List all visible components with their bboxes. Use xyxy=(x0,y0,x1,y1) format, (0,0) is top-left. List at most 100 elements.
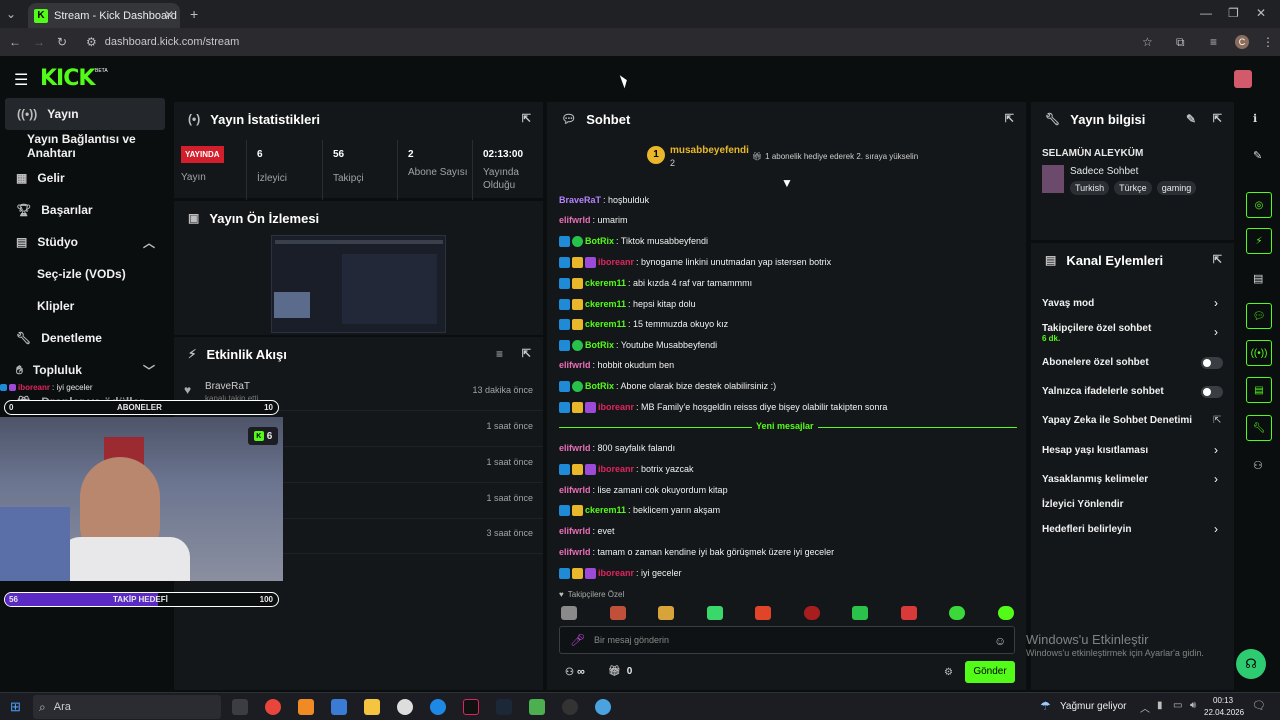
chat-username[interactable]: iboreanr xyxy=(598,257,634,267)
sidebar-item-stream-key[interactable]: Yayın Bağlantısı ve Anahtarı xyxy=(0,130,172,162)
help-chat-button[interactable]: ☊ xyxy=(1236,649,1266,679)
menu-icon[interactable]: ⋮ xyxy=(1262,35,1274,49)
settings-gear-icon[interactable]: ⚙ xyxy=(944,667,953,678)
explorer-icon[interactable] xyxy=(364,699,380,715)
edge-icon[interactable] xyxy=(430,699,446,715)
gift-counter[interactable]: 🎁︎ 0 xyxy=(608,666,632,677)
task-view-icon[interactable] xyxy=(232,699,248,715)
action-set-goals[interactable]: Hedefleri belirleyin xyxy=(1042,524,1131,535)
app-icon[interactable] xyxy=(529,699,545,715)
edit-pencil-icon[interactable]: ✎ xyxy=(1253,149,1262,162)
sidebar-item-klipler[interactable]: Klipler xyxy=(0,290,172,322)
tab-list-icon[interactable]: ⌄ xyxy=(6,7,16,21)
close-tab-icon[interactable]: ✕ xyxy=(164,8,174,22)
chat-input[interactable]: 🎤︎ Bir mesaj gönderin ☺ xyxy=(559,626,1015,654)
profile-avatar[interactable]: C xyxy=(1235,35,1249,49)
popout-icon[interactable]: ⇱ xyxy=(1005,112,1014,125)
chat-username[interactable]: elifwrld xyxy=(559,485,591,495)
send-button[interactable]: Gönder xyxy=(965,661,1015,683)
action-slow-mode[interactable]: Yavaş mod xyxy=(1042,298,1094,309)
forward-icon[interactable]: → xyxy=(33,35,45,49)
edit-pencil-icon[interactable]: ✎ xyxy=(1186,112,1196,126)
chat-username[interactable]: ckerem11 xyxy=(585,319,626,329)
emote-icon[interactable] xyxy=(755,606,771,620)
new-tab-icon[interactable]: + xyxy=(190,6,198,22)
vlc-icon[interactable] xyxy=(298,699,314,715)
stream-category[interactable]: Sadece Sohbet xyxy=(1070,166,1138,177)
sidebar-item-studyo[interactable]: ▤ Stüdyo ︿ xyxy=(0,226,172,258)
chat-username[interactable]: elifwrld xyxy=(559,526,591,536)
address-bar[interactable]: ⚙ dashboard.kick.com/stream xyxy=(80,33,1170,51)
chat-username[interactable]: ckerem11 xyxy=(585,278,626,288)
chat-username[interactable]: elifwrld xyxy=(559,360,591,370)
rail-activity-button[interactable]: ⚡︎ xyxy=(1246,228,1272,254)
chat-username[interactable]: BotRix xyxy=(585,236,614,246)
emote-icon[interactable] xyxy=(561,606,577,620)
sidebar-item-vods[interactable]: Seç-izle (VODs) xyxy=(0,258,172,290)
popout-icon[interactable]: ⇱ xyxy=(1213,253,1222,266)
emotes-only-toggle[interactable] xyxy=(1201,386,1223,398)
reload-icon[interactable]: ↻ xyxy=(57,35,67,49)
stream-preview-thumbnail[interactable] xyxy=(271,235,446,333)
extensions-icon[interactable]: ⧉ xyxy=(1176,35,1185,50)
chat-username[interactable]: iboreanr xyxy=(598,568,634,578)
popout-icon[interactable]: ⇱ xyxy=(1213,112,1222,125)
chat-username[interactable]: elifwrld xyxy=(559,443,591,453)
app-icon[interactable] xyxy=(595,699,611,715)
hamburger-icon[interactable]: ☰ xyxy=(14,70,28,90)
chat-username[interactable]: BraveRaT xyxy=(559,195,601,205)
chat-username[interactable]: elifwrld xyxy=(559,215,591,225)
store-icon[interactable] xyxy=(331,699,347,715)
sidebar-item-yayin[interactable]: ((•)) Yayın xyxy=(5,98,165,130)
rail-stats-button[interactable]: ((•)) xyxy=(1246,340,1272,366)
chat-username[interactable]: BotRix xyxy=(585,381,614,391)
chevron-right-icon[interactable]: › xyxy=(1214,522,1218,536)
clock-time[interactable]: 00:13 xyxy=(1213,696,1233,705)
chrome-icon[interactable] xyxy=(265,699,281,715)
popout-icon[interactable]: ⇱ xyxy=(522,112,531,125)
collapse-icon[interactable]: ▼ xyxy=(781,176,793,190)
media-icon[interactable]: ≡ xyxy=(1210,35,1217,49)
weather-text[interactable]: Yağmur geliyor xyxy=(1060,701,1127,712)
rail-moderation-button[interactable]: 🔧︎ xyxy=(1246,415,1272,441)
popout-icon[interactable]: ⇱ xyxy=(522,347,531,360)
event-user[interactable]: BraveRaT xyxy=(205,381,250,392)
rail-actions-button[interactable]: ▤ xyxy=(1246,377,1272,403)
emote-icon[interactable] xyxy=(707,606,723,620)
volume-icon[interactable]: 🔊︎ xyxy=(1190,700,1196,711)
window-close-icon[interactable]: ✕ xyxy=(1256,6,1266,20)
taskbar-search[interactable]: ⌕ Ara xyxy=(33,695,221,719)
emote-icon[interactable] xyxy=(901,606,917,620)
emote-icon[interactable] xyxy=(852,606,868,620)
chat-username[interactable]: ckerem11 xyxy=(585,505,626,515)
external-link-icon[interactable]: ⇱ xyxy=(1213,415,1221,426)
sidebar-item-gelir[interactable]: ▦ Gelir xyxy=(0,162,172,194)
emote-icon[interactable] xyxy=(949,606,965,620)
action-ai-moderation[interactable]: Yapay Zeka ile Sohbet Denetimi xyxy=(1042,415,1192,426)
minimize-icon[interactable]: — xyxy=(1200,6,1212,20)
chevron-right-icon[interactable]: › xyxy=(1214,472,1218,486)
rail-stream-info-button[interactable]: ◎ xyxy=(1246,192,1272,218)
notes-icon[interactable]: ▤ xyxy=(1253,272,1263,285)
windows-start-icon[interactable]: ⊞ xyxy=(10,699,21,715)
action-redirect-viewers[interactable]: İzleyici Yönlendir xyxy=(1042,499,1124,510)
network-icon[interactable]: ▭ xyxy=(1173,700,1182,711)
subs-only-toggle[interactable] xyxy=(1201,357,1223,369)
emote-icon[interactable] xyxy=(658,606,674,620)
action-account-age[interactable]: Hesap yaşı kısıtlaması xyxy=(1042,445,1148,456)
notifications-icon[interactable]: 🗨︎ xyxy=(1252,699,1266,712)
chevron-right-icon[interactable]: › xyxy=(1214,325,1218,339)
filter-icon[interactable]: ≡ xyxy=(496,347,503,361)
emote-icon[interactable] xyxy=(804,606,820,620)
chat-username[interactable]: iboreanr xyxy=(598,402,634,412)
chevron-right-icon[interactable]: › xyxy=(1214,296,1218,310)
sidebar-item-basarilar[interactable]: 🏆︎ Başarılar xyxy=(0,194,172,226)
maximize-icon[interactable]: ❐ xyxy=(1228,6,1239,20)
rail-chat-button[interactable]: 💬︎ xyxy=(1246,303,1272,329)
info-icon[interactable]: ℹ xyxy=(1253,112,1257,125)
action-banned-words[interactable]: Yasaklanmış kelimeler xyxy=(1042,474,1148,485)
chevron-right-icon[interactable]: › xyxy=(1214,443,1218,457)
obs-icon[interactable] xyxy=(562,699,578,715)
clock-date[interactable]: 22.04.2026 xyxy=(1204,708,1244,717)
users-icon[interactable]: ⚇ xyxy=(1253,459,1263,472)
